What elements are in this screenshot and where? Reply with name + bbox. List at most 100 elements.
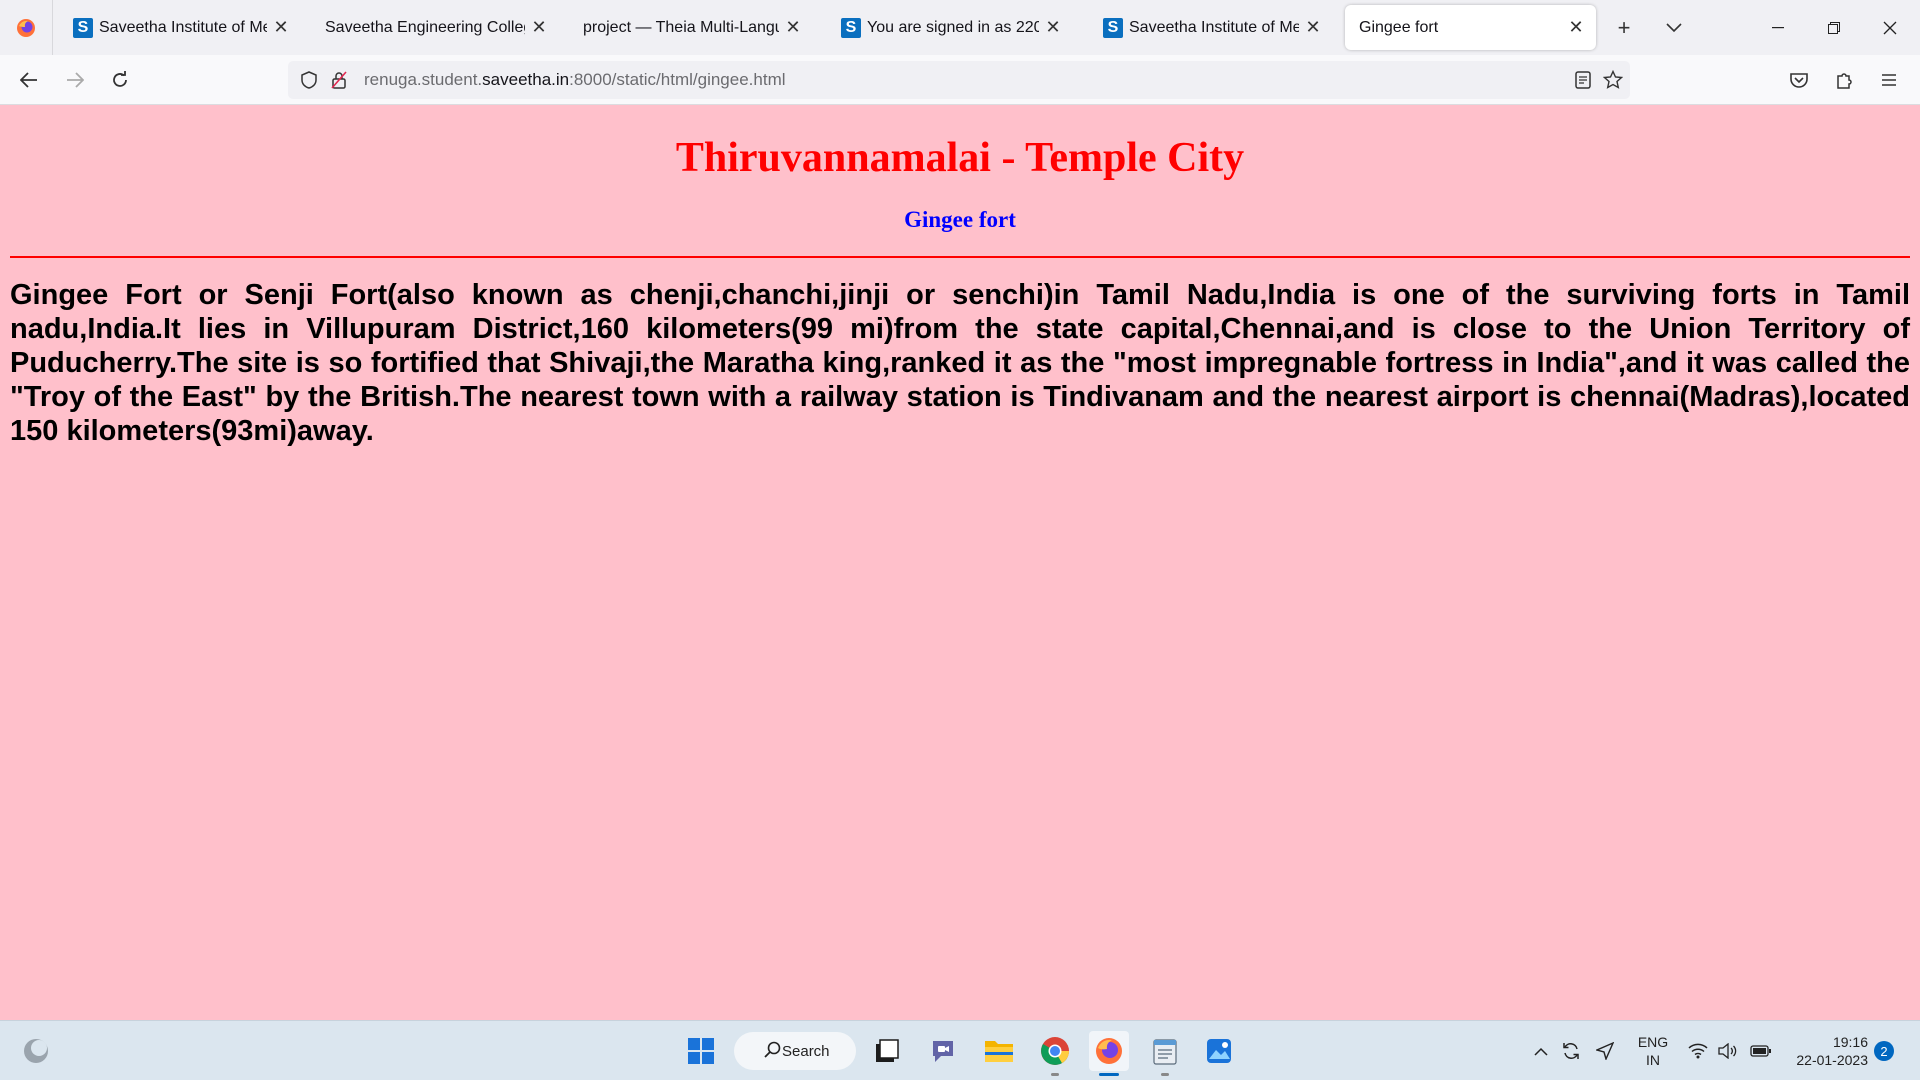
- bookmark-star-icon[interactable]: [1598, 65, 1628, 95]
- photos-button[interactable]: [1199, 1031, 1239, 1071]
- tab-title: project — Theia Multi-Language: [583, 18, 779, 36]
- chat-icon: [933, 1041, 953, 1062]
- weather-widget-icon: [24, 1039, 48, 1063]
- saveetha-favicon-icon: S: [73, 17, 93, 38]
- tracking-protection-shield-icon[interactable]: [294, 65, 324, 95]
- battery-icon: [1750, 1045, 1771, 1057]
- wifi-tray-icon[interactable]: [1686, 1031, 1710, 1071]
- list-all-tabs-button[interactable]: [1658, 12, 1690, 44]
- minimize-button[interactable]: [1750, 0, 1806, 55]
- plus-icon: +: [1617, 15, 1631, 40]
- saveetha-favicon-icon: S: [1103, 17, 1123, 38]
- tab-theia-project[interactable]: project — Theia Multi-Language ✕: [569, 5, 813, 50]
- saveetha-favicon-icon: S: [841, 17, 861, 38]
- url-text[interactable]: renuga.student.saveetha.in:8000/static/h…: [364, 70, 786, 90]
- back-arrow-icon: [20, 72, 37, 88]
- running-indicator: [1161, 1073, 1169, 1076]
- widgets-button[interactable]: [16, 1031, 56, 1071]
- task-view-icon: [876, 1039, 899, 1062]
- close-icon[interactable]: ✕: [1566, 17, 1586, 38]
- navigation-toolbar: renuga.student.saveetha.in:8000/static/h…: [0, 55, 1920, 105]
- firefox-taskbar-button[interactable]: [1089, 1031, 1129, 1076]
- close-icon[interactable]: ✕: [1303, 17, 1323, 38]
- battery-tray-icon[interactable]: [1748, 1031, 1774, 1071]
- chrome-button[interactable]: [1035, 1031, 1075, 1076]
- taskbar-search-box[interactable]: Search: [734, 1032, 856, 1070]
- clock-date: 22-01-2023: [1796, 1052, 1868, 1068]
- pocket-button[interactable]: [1782, 63, 1816, 97]
- notification-badge[interactable]: 2: [1874, 1041, 1894, 1061]
- horizontal-rule: [10, 256, 1910, 258]
- reload-button[interactable]: [103, 63, 137, 97]
- restore-icon: [1828, 21, 1840, 34]
- url-prefix: renuga.student.: [364, 70, 483, 89]
- url-bar[interactable]: renuga.student.saveetha.in:8000/static/h…: [288, 61, 1630, 99]
- close-icon[interactable]: ✕: [529, 17, 549, 38]
- notepad-button[interactable]: [1145, 1031, 1185, 1076]
- restore-button[interactable]: [1806, 0, 1862, 55]
- chrome-icon: [1041, 1037, 1069, 1065]
- teams-chat-button[interactable]: [923, 1031, 963, 1071]
- wifi-icon: [1688, 1043, 1708, 1059]
- forward-button[interactable]: [58, 63, 92, 97]
- fort-description-paragraph: Gingee Fort or Senji Fort(also known as …: [10, 279, 1910, 447]
- chevron-down-icon: [1666, 23, 1682, 33]
- chevron-up-icon: [1534, 1047, 1548, 1056]
- url-path: :8000/static/html/gingee.html: [569, 70, 786, 89]
- location-tray-icon[interactable]: [1592, 1031, 1618, 1071]
- close-icon[interactable]: ✕: [1043, 17, 1063, 38]
- clock-time: 19:16: [1832, 1034, 1868, 1050]
- reader-view-icon[interactable]: [1568, 65, 1598, 95]
- volume-tray-icon[interactable]: [1716, 1031, 1740, 1071]
- new-tab-button[interactable]: +: [1608, 12, 1640, 44]
- web-page-content: Thiruvannamalai - Temple City Gingee for…: [0, 106, 1920, 1020]
- input-language-indicator[interactable]: ENG IN: [1628, 1033, 1678, 1069]
- firefox-icon: [17, 18, 35, 37]
- forward-arrow-icon: [67, 72, 84, 88]
- back-button[interactable]: [12, 63, 46, 97]
- region-code: IN: [1646, 1052, 1660, 1068]
- page-subheading: Gingee fort: [904, 207, 1016, 232]
- tab-title: You are signed in as 220085: [867, 18, 1039, 36]
- close-icon[interactable]: ✕: [271, 17, 291, 38]
- tab-title: Saveetha Institute of Medica: [1129, 18, 1299, 36]
- windows-taskbar: Search ENG IN 19:16 22-01-2023 2: [0, 1020, 1920, 1080]
- search-label: Search: [782, 1042, 830, 1060]
- clock[interactable]: 19:16 22-01-2023: [1782, 1033, 1868, 1069]
- close-icon: [1883, 21, 1897, 34]
- search-icon: [764, 1041, 781, 1058]
- location-arrow-icon: [1596, 1042, 1614, 1060]
- file-explorer-button[interactable]: [979, 1031, 1019, 1071]
- tab-title: Gingee fort: [1359, 18, 1439, 36]
- folder-icon: [985, 1041, 1013, 1062]
- notepad-icon: [1153, 1039, 1177, 1065]
- tab-signed-in[interactable]: S You are signed in as 220085 ✕: [827, 5, 1073, 50]
- puzzle-piece-icon: [1837, 73, 1852, 89]
- tab-gingee-fort[interactable]: Gingee fort ✕: [1345, 5, 1596, 50]
- tab-saveetha-institute-2[interactable]: S Saveetha Institute of Medica ✕: [1089, 5, 1333, 50]
- tab-saveetha-institute-1[interactable]: S Saveetha Institute of Medica ✕: [59, 5, 301, 50]
- page-heading: Thiruvannamalai - Temple City: [675, 135, 1245, 181]
- tab-title: Saveetha Engineering College: [325, 18, 525, 36]
- insecure-lock-icon[interactable]: [324, 65, 354, 95]
- tab-saveetha-engineering[interactable]: Saveetha Engineering College ✕: [311, 5, 559, 50]
- pocket-icon: [1790, 73, 1808, 88]
- url-host: saveetha.in: [482, 70, 570, 89]
- close-icon[interactable]: ✕: [783, 17, 803, 38]
- start-button[interactable]: [681, 1031, 721, 1071]
- language-code: ENG: [1637, 1034, 1669, 1050]
- app-menu-button[interactable]: [1872, 63, 1906, 97]
- extensions-button[interactable]: [1828, 63, 1862, 97]
- active-indicator: [1099, 1073, 1119, 1076]
- minimize-icon: [1772, 26, 1784, 28]
- close-window-button[interactable]: [1862, 0, 1918, 55]
- sync-tray-icon[interactable]: [1558, 1031, 1584, 1071]
- running-indicator: [1051, 1073, 1059, 1076]
- task-view-button[interactable]: [867, 1031, 907, 1071]
- firefox-view-button[interactable]: [0, 0, 53, 55]
- firefox-icon: [1096, 1038, 1122, 1064]
- sync-icon: [1563, 1043, 1579, 1059]
- reload-icon: [113, 71, 127, 87]
- show-hidden-icons-button[interactable]: [1530, 1031, 1552, 1071]
- hamburger-menu-icon: [1882, 74, 1896, 86]
